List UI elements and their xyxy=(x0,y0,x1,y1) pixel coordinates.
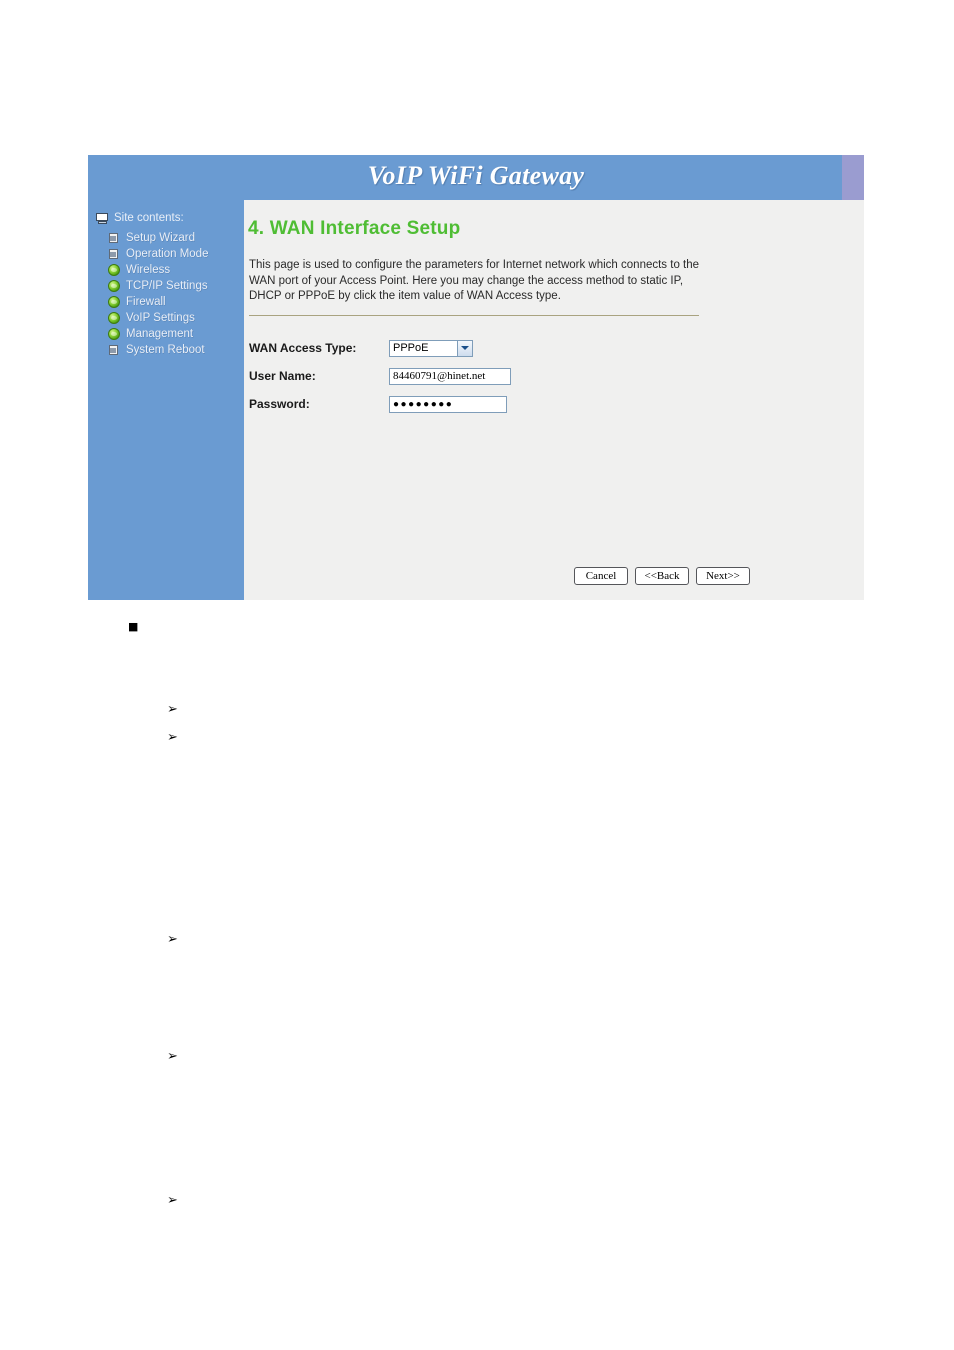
monitor-icon xyxy=(96,212,109,224)
sidebar-item-tcpip-settings[interactable]: TCP/IP Settings xyxy=(108,278,244,294)
bullet-marker: ➢ xyxy=(167,1049,178,1064)
sidebar-menu: Setup Wizard Operation Mode Wireless TCP… xyxy=(108,230,244,358)
next-button[interactable]: Next>> xyxy=(696,567,750,585)
sidebar: Site contents: Setup Wizard Operation Mo… xyxy=(88,200,244,600)
bullet-marker: ■ xyxy=(128,620,139,633)
sidebar-item-label: Firewall xyxy=(126,296,166,308)
app-title: VoIP WiFi Gateway xyxy=(367,161,585,190)
page-title: 4. WAN Interface Setup xyxy=(248,218,461,239)
wan-access-type-label: WAN Access Type: xyxy=(249,341,357,355)
divider xyxy=(249,315,699,316)
sidebar-item-voip-settings[interactable]: VoIP Settings xyxy=(108,310,244,326)
sidebar-item-label: Setup Wizard xyxy=(126,232,196,244)
user-name-row: User Name: 84460791@hinet.net xyxy=(249,363,689,389)
bullet-marker: ➢ xyxy=(167,932,178,947)
bullet-marker: ➢ xyxy=(167,730,178,745)
globe-icon xyxy=(108,264,120,276)
back-button[interactable]: <<Back xyxy=(635,567,689,585)
sidebar-item-label: Management xyxy=(126,328,194,340)
globe-icon xyxy=(108,280,120,292)
router-admin-screenshot: VoIP WiFi Gateway Site contents: Setup W… xyxy=(88,155,864,600)
bullet-marker: ➢ xyxy=(167,1193,178,1208)
globe-icon xyxy=(108,312,120,324)
globe-icon xyxy=(108,328,120,340)
page-icon xyxy=(108,232,120,244)
globe-icon xyxy=(108,296,120,308)
sidebar-item-wireless[interactable]: Wireless xyxy=(108,262,244,278)
sidebar-item-setup-wizard[interactable]: Setup Wizard xyxy=(108,230,244,246)
site-contents-root: Site contents: xyxy=(96,212,184,224)
wizard-button-bar: Cancel <<Back Next>> xyxy=(574,567,750,585)
user-name-label: User Name: xyxy=(249,369,316,383)
wan-access-type-value: PPPoE xyxy=(393,342,429,354)
sidebar-item-management[interactable]: Management xyxy=(108,326,244,342)
sidebar-item-operation-mode[interactable]: Operation Mode xyxy=(108,246,244,262)
password-label: Password: xyxy=(249,397,310,411)
page-icon xyxy=(108,248,120,260)
page-icon xyxy=(108,344,120,356)
password-input[interactable]: ●●●●●●●● xyxy=(389,395,507,413)
sidebar-item-system-reboot[interactable]: System Reboot xyxy=(108,342,244,358)
bullet-marker: ➢ xyxy=(167,702,178,717)
app-header: VoIP WiFi Gateway xyxy=(88,155,864,200)
page-description: This page is used to configure the param… xyxy=(249,259,700,302)
wan-access-type-row: WAN Access Type: PPPoE xyxy=(249,335,689,361)
sidebar-item-firewall[interactable]: Firewall xyxy=(108,294,244,310)
site-contents-label: Site contents: xyxy=(114,212,184,224)
wan-access-type-select[interactable]: PPPoE xyxy=(389,339,473,357)
sidebar-item-label: Wireless xyxy=(126,264,171,276)
password-row: Password: ●●●●●●●● xyxy=(249,391,689,417)
sidebar-item-label: TCP/IP Settings xyxy=(126,280,208,292)
wan-setup-form: WAN Access Type: PPPoE User Name: 844607… xyxy=(249,335,689,419)
chevron-down-icon[interactable] xyxy=(457,340,472,356)
sidebar-item-label: Operation Mode xyxy=(126,248,209,260)
user-name-input[interactable]: 84460791@hinet.net xyxy=(389,367,511,385)
sidebar-item-label: VoIP Settings xyxy=(126,312,195,324)
cancel-button[interactable]: Cancel xyxy=(574,567,628,585)
sidebar-item-label: System Reboot xyxy=(126,344,205,356)
